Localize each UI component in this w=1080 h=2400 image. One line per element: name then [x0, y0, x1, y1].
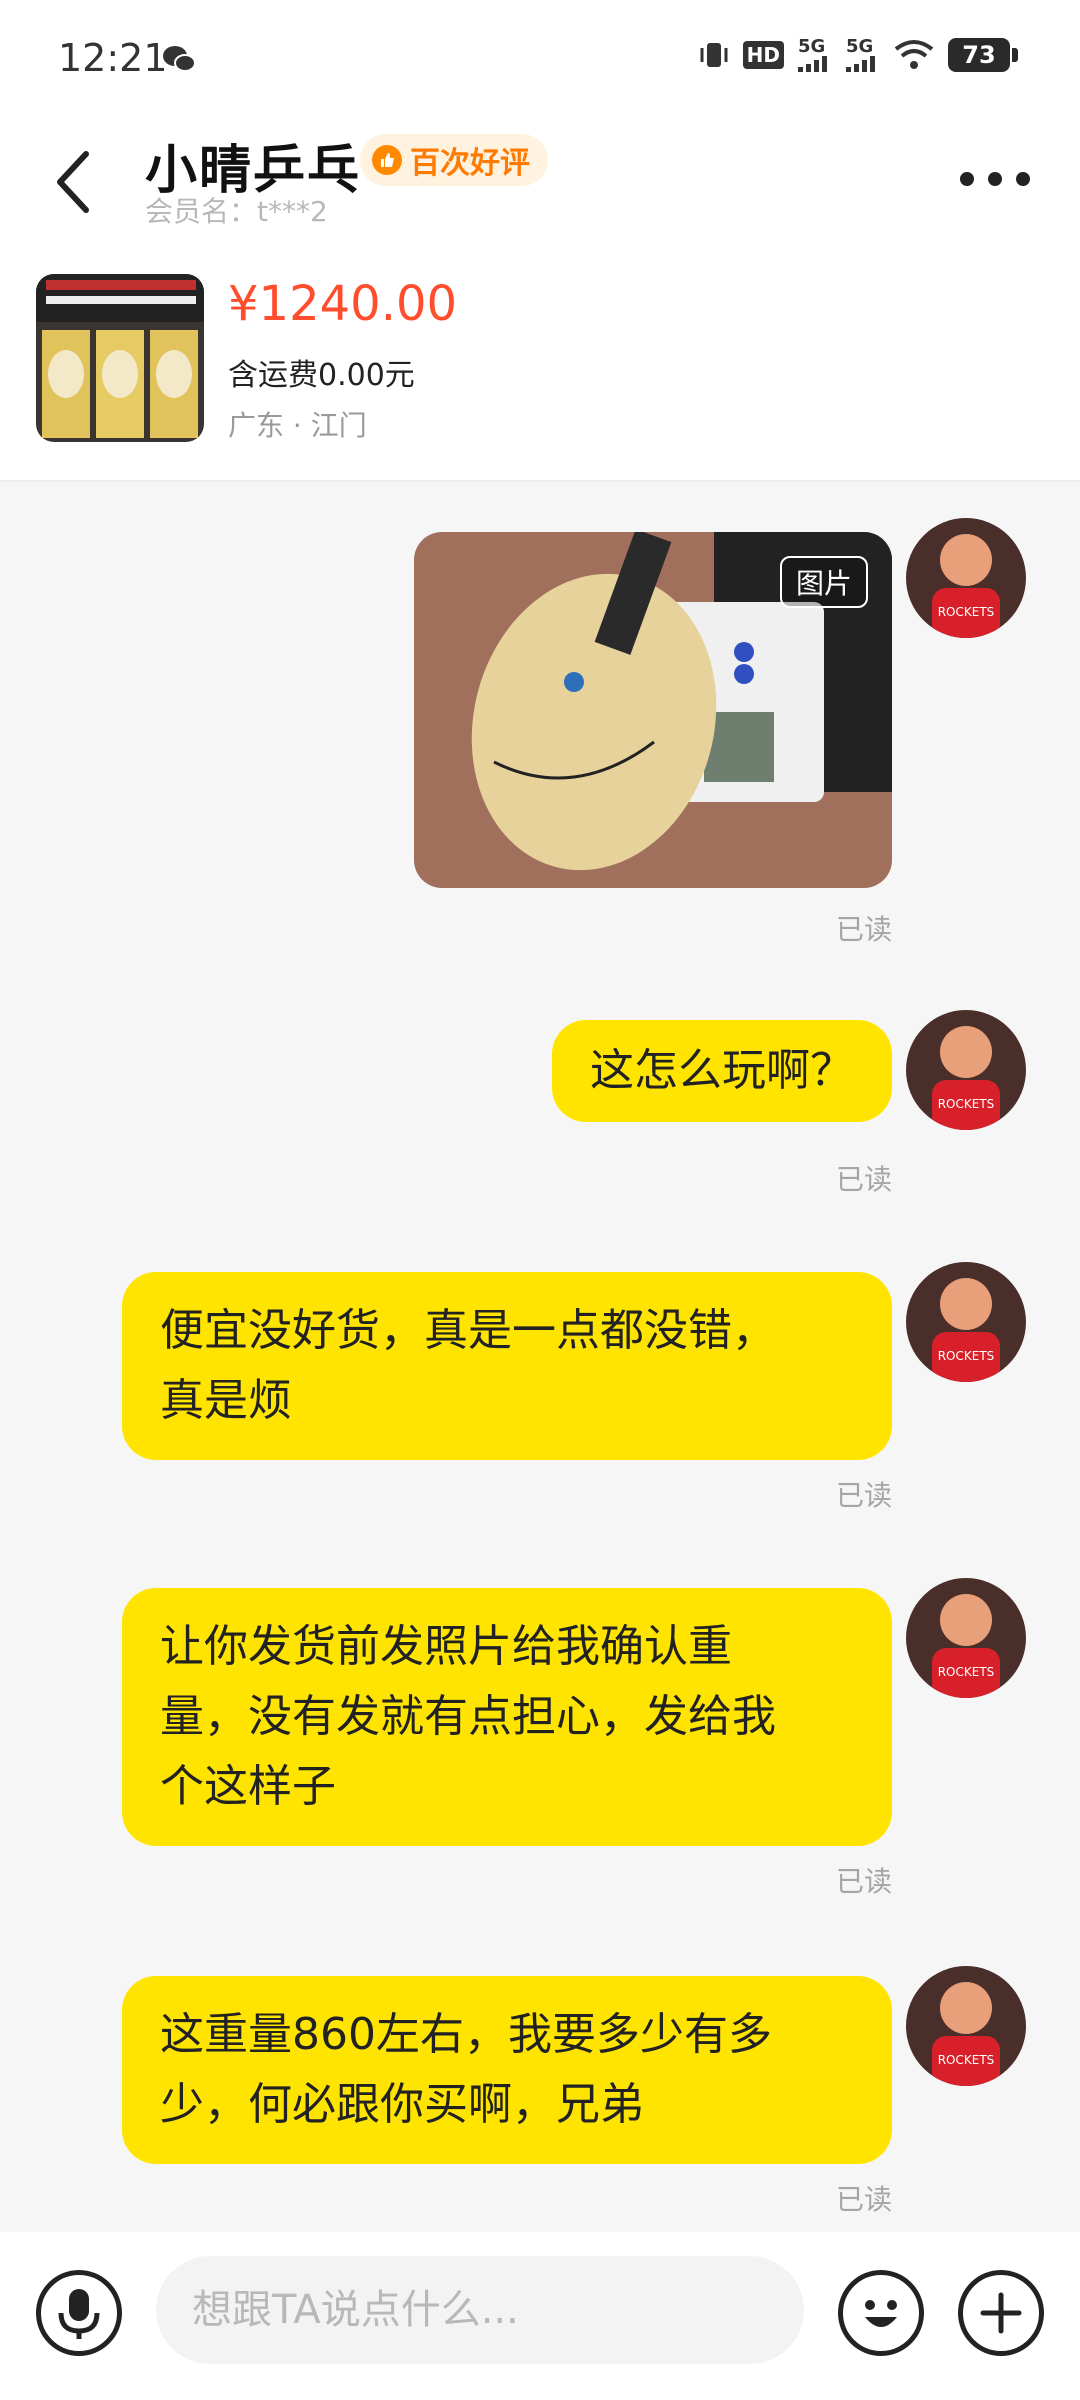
- read-receipt: 已读: [835, 1479, 892, 1512]
- message-line: 少，何必跟你买啊，兄弟: [160, 2079, 644, 2130]
- message-bubble[interactable]: 让你发货前发照片给我确认重 量，没有发就有点担心，发给我 个这样子: [122, 1588, 892, 1846]
- hd-indicator: HD: [742, 41, 784, 69]
- product-thumbnail: [36, 274, 204, 442]
- plus-icon: [980, 2292, 1022, 2334]
- emoji-button[interactable]: [838, 2270, 924, 2356]
- avatar[interactable]: ROCKETS: [906, 518, 1026, 638]
- image-message[interactable]: 图片: [414, 532, 892, 888]
- read-receipt: 已读: [835, 913, 892, 946]
- message-line: 量，没有发就有点担心，发给我: [160, 1691, 776, 1742]
- rating-badge: 百次好评: [360, 134, 548, 186]
- member-id: 会员名：t***2: [145, 195, 328, 228]
- back-arrow-icon[interactable]: [46, 142, 106, 222]
- input-bar: [0, 2232, 1080, 2400]
- network-1-label: 5G: [798, 36, 826, 57]
- svg-text:ROCKETS: ROCKETS: [938, 605, 995, 619]
- message-line: 便宜没好货，真是一点都没错，: [160, 1305, 776, 1356]
- network-2-label: 5G: [846, 36, 874, 57]
- message-line: 真是烦: [160, 1375, 292, 1426]
- thumbs-up-icon: [372, 145, 402, 175]
- voice-input-button[interactable]: [36, 2270, 122, 2356]
- vibrate-icon: [700, 43, 728, 67]
- message-bubble[interactable]: 这怎么玩啊？: [552, 1020, 892, 1122]
- message-line: 个这样子: [160, 1761, 336, 1812]
- microphone-icon: [58, 2289, 100, 2339]
- svg-text:ROCKETS: ROCKETS: [938, 1097, 995, 1111]
- avatar[interactable]: ROCKETS: [906, 1010, 1026, 1130]
- seller-location: 广东 · 江门: [228, 409, 367, 442]
- status-bar: 12:21 HD 5G 5G 73: [0, 0, 1080, 120]
- signal-1-icon: [798, 56, 827, 72]
- read-receipt: 已读: [835, 1163, 892, 1196]
- battery-indicator: 73: [948, 38, 1018, 72]
- signal-2-icon: [846, 56, 875, 72]
- image-label: 图片: [779, 556, 868, 608]
- svg-text:ROCKETS: ROCKETS: [938, 1349, 995, 1363]
- svg-text:ROCKETS: ROCKETS: [938, 1665, 995, 1679]
- product-card[interactable]: ¥1240.00 含运费0.00元 广东 · 江门: [0, 240, 1080, 482]
- message-line: 让你发货前发照片给我确认重: [160, 1621, 732, 1672]
- wechat-notification-icon: [163, 46, 196, 72]
- more-options-button[interactable]: [960, 164, 1030, 194]
- status-time: 12:21: [58, 36, 168, 80]
- product-price: ¥1240.00: [228, 276, 458, 332]
- message-bubble[interactable]: 便宜没好货，真是一点都没错， 真是烦: [122, 1272, 892, 1460]
- add-attachment-button[interactable]: [958, 2270, 1044, 2356]
- chat-header: 小晴乒乓 百次好评 会员名：t***2: [0, 120, 1080, 240]
- wifi-icon: [894, 40, 934, 69]
- chat-messages[interactable]: ROCKETS 图片 已读 ROCKETS 这怎么玩啊？ 已读 ROCKETS …: [0, 482, 1080, 2232]
- message-input[interactable]: [156, 2256, 804, 2364]
- rating-badge-label: 百次好评: [410, 146, 530, 181]
- message-bubble[interactable]: 这重量860左右，我要多少有多 少，何必跟你买啊，兄弟: [122, 1976, 892, 2164]
- message-text: 这怎么玩啊？: [590, 1045, 854, 1096]
- avatar[interactable]: ROCKETS: [906, 1578, 1026, 1698]
- read-receipt: 已读: [835, 2183, 892, 2216]
- read-receipt: 已读: [835, 1865, 892, 1898]
- smiley-icon: [865, 2300, 897, 2327]
- avatar[interactable]: ROCKETS: [906, 1966, 1026, 2086]
- shipping-info: 含运费0.00元: [228, 358, 415, 393]
- message-line: 这重量860左右，我要多少有多: [160, 2009, 772, 2060]
- svg-text:ROCKETS: ROCKETS: [938, 2053, 995, 2067]
- avatar[interactable]: ROCKETS: [906, 1262, 1026, 1382]
